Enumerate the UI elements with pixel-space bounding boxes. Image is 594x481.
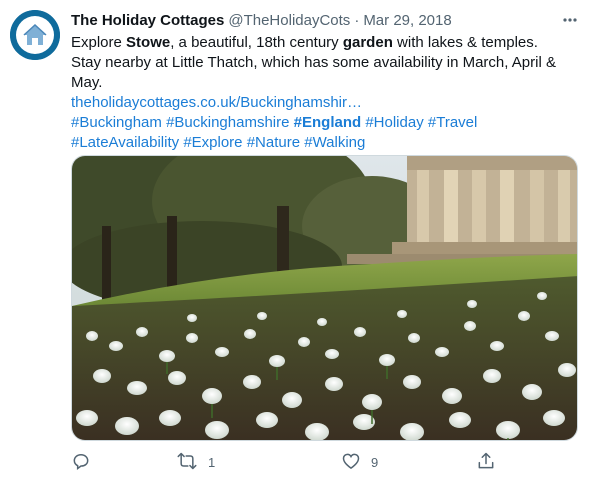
share-icon — [476, 451, 496, 474]
tweet-date[interactable]: Mar 29, 2018 — [363, 12, 451, 29]
tweet-text: Explore Stowe, a beautiful, 18th century… — [71, 33, 577, 153]
hashtag-nature[interactable]: #Nature — [247, 134, 300, 151]
share-button[interactable] — [476, 450, 506, 474]
ellipsis-icon[interactable] — [560, 12, 580, 28]
text-line-2: Stay nearby at Little Thatch, which has … — [71, 54, 556, 91]
handle[interactable]: @TheHolidayCots — [228, 12, 350, 29]
hashtags-line-2: #LateAvailability #Explore #Nature #Walk… — [71, 133, 577, 153]
text-fragment: , a beautiful, 18th century — [170, 34, 343, 51]
display-name[interactable]: The Holiday Cottages — [71, 12, 224, 29]
hashtag-buckinghamshire[interactable]: #Buckinghamshire — [166, 114, 289, 131]
text-line-1: Explore Stowe, a beautiful, 18th century… — [71, 33, 577, 53]
house-logo-icon — [10, 10, 60, 60]
hashtag-travel[interactable]: #Travel — [428, 114, 477, 131]
hashtags-line-1: #Buckingham #Buckinghamshire #England #H… — [71, 113, 577, 133]
tweet[interactable]: The Holiday Cottages @TheHolidayCots · M… — [0, 0, 594, 481]
retweet-button[interactable]: 1 — [176, 450, 215, 474]
bold-garden: garden — [342, 34, 393, 51]
photo-icon — [72, 156, 577, 440]
separator: · — [354, 11, 360, 29]
hashtag-walking[interactable]: #Walking — [304, 134, 365, 151]
reply-button[interactable] — [71, 450, 101, 474]
hashtag-explore[interactable]: #Explore — [183, 134, 242, 151]
avatar[interactable] — [10, 10, 60, 60]
hashtag-late-availability[interactable]: #LateAvailability — [71, 134, 179, 151]
tweet-photo[interactable] — [71, 155, 578, 441]
text-fragment: Explore — [71, 34, 127, 51]
tweet-actions: 1 9 — [71, 450, 511, 474]
hashtag-holiday[interactable]: #Holiday — [365, 114, 423, 131]
like-button[interactable]: 9 — [341, 450, 378, 474]
text-fragment: with lakes & temples. — [392, 34, 538, 51]
reply-icon — [71, 451, 91, 474]
like-count: 9 — [371, 454, 379, 470]
retweet-icon — [176, 451, 198, 474]
website-link[interactable]: theholidaycottages.co.uk/Buckinghamshir… — [71, 94, 362, 111]
hashtag-england[interactable]: #England — [294, 114, 362, 131]
heart-icon — [341, 451, 361, 474]
bold-stowe: Stowe — [126, 34, 171, 51]
retweet-count: 1 — [208, 454, 216, 470]
hashtag-buckingham[interactable]: #Buckingham — [71, 114, 162, 131]
tweet-header: The Holiday Cottages @TheHolidayCots · M… — [71, 9, 580, 31]
